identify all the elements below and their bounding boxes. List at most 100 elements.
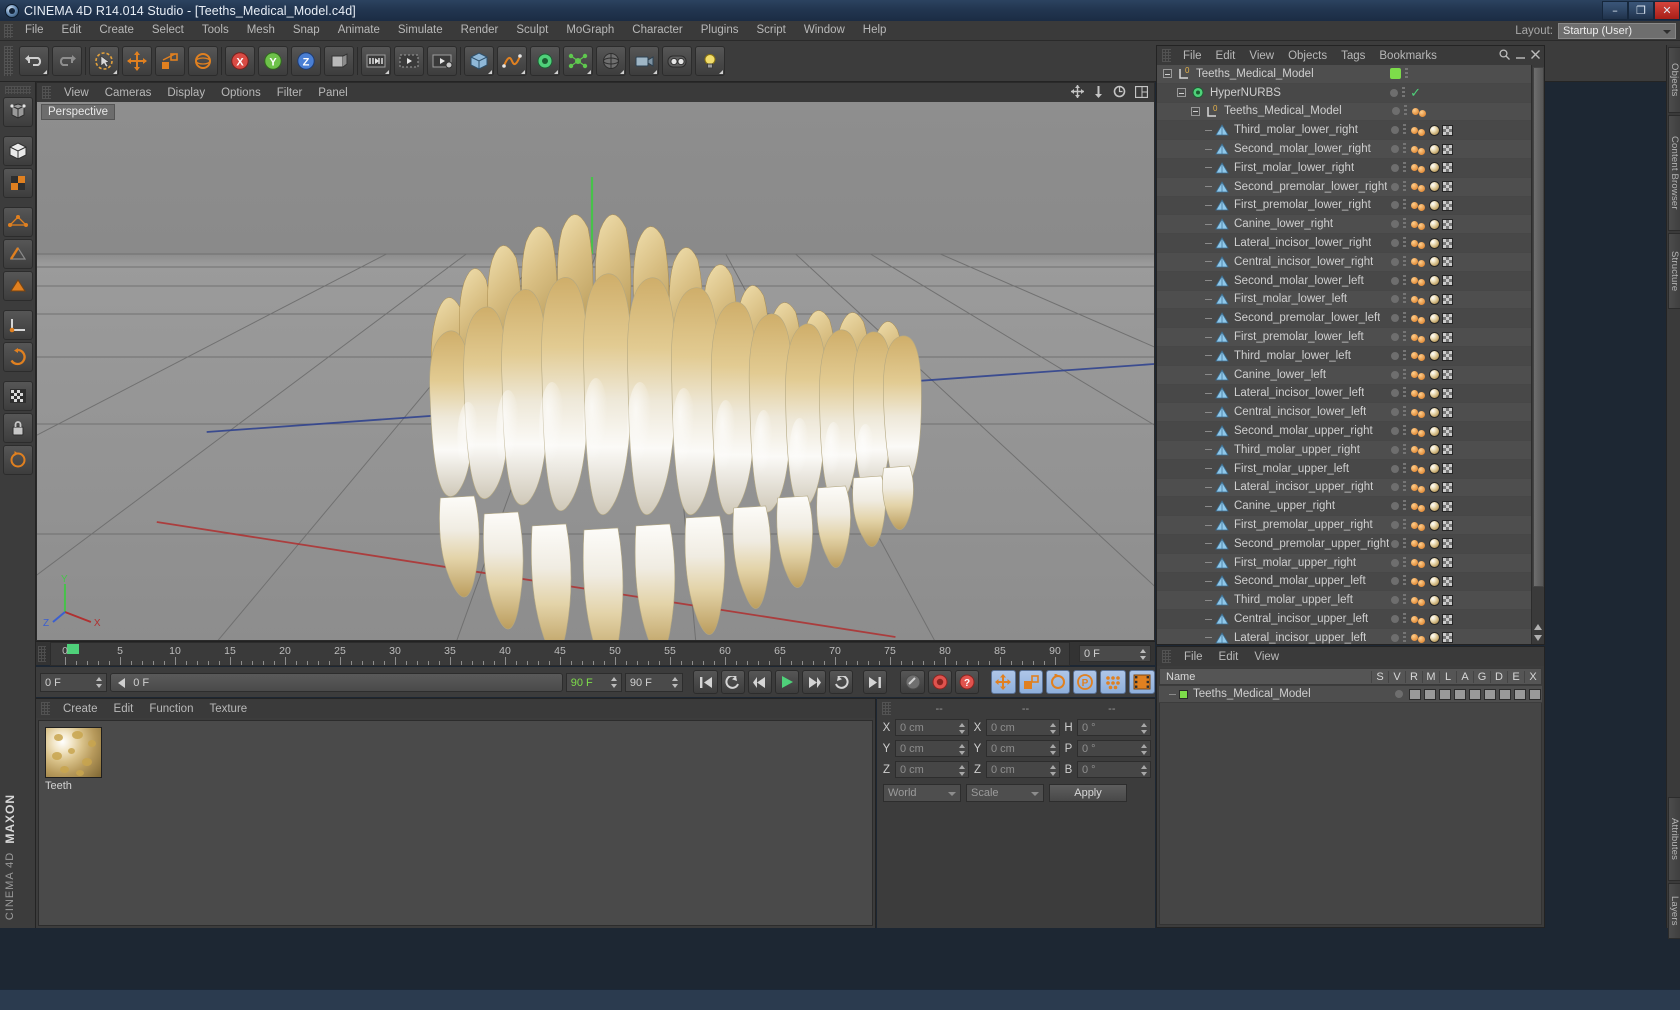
texture-tag-icon[interactable] xyxy=(1442,444,1453,456)
tag-marker-icon[interactable] xyxy=(1418,485,1425,493)
material-tag-icon[interactable] xyxy=(1429,312,1440,324)
menu-item-tools[interactable]: Tools xyxy=(193,21,238,40)
close-button[interactable]: ✕ xyxy=(1654,1,1680,20)
viewport-menu-display[interactable]: Display xyxy=(159,84,213,102)
viewport-3d-scene[interactable]: Y X Z xyxy=(37,102,1154,641)
size-x-input[interactable]: 0 cm xyxy=(986,719,1060,736)
texture-tag-icon[interactable] xyxy=(1442,293,1453,305)
object-tree-row[interactable]: Second_premolar_lower_right xyxy=(1157,177,1531,197)
viewport-menu-panel[interactable]: Panel xyxy=(310,84,355,102)
tag-marker-icon[interactable] xyxy=(1411,258,1418,266)
add-light-button[interactable] xyxy=(695,46,725,76)
tag-marker-icon[interactable] xyxy=(1411,145,1418,153)
preview-end-stepper[interactable] xyxy=(610,676,618,688)
tag-marker-icon[interactable] xyxy=(1411,333,1418,341)
redo-button[interactable] xyxy=(52,46,82,76)
close-icon[interactable] xyxy=(1531,50,1540,59)
add-nurbs-button[interactable] xyxy=(530,46,560,76)
object-tree-row[interactable]: HyperNURBS ✓ xyxy=(1157,83,1531,103)
object-visibility-dot[interactable] xyxy=(1391,220,1399,229)
polygon-object-icon[interactable] xyxy=(1214,387,1229,400)
layer-solo-toggle[interactable] xyxy=(1395,690,1403,698)
render-settings-button[interactable] xyxy=(427,46,457,76)
live-selection-button[interactable] xyxy=(89,46,119,76)
material-tag-icon[interactable] xyxy=(1429,538,1440,550)
tag-marker-icon[interactable] xyxy=(1418,448,1425,456)
material-tag-icon[interactable] xyxy=(1429,350,1440,362)
object-visibility-dot[interactable] xyxy=(1391,257,1399,266)
material-menu-create[interactable]: Create xyxy=(55,700,106,718)
deformers-icon[interactable] xyxy=(1498,688,1511,700)
light-dropdown-corner[interactable] xyxy=(719,70,723,74)
object-tree-row[interactable]: Second_premolar_upper_right xyxy=(1157,534,1531,554)
tag-marker-icon[interactable] xyxy=(1412,107,1419,115)
end-frame-stepper[interactable] xyxy=(671,676,679,688)
object-tree-row[interactable]: Central_incisor_upper_left xyxy=(1157,610,1531,629)
tab-attributes[interactable]: Attributes xyxy=(1668,797,1680,881)
object-visibility-dot[interactable] xyxy=(1391,163,1399,172)
material-tag-icon[interactable] xyxy=(1429,143,1440,155)
make-editable-button[interactable] xyxy=(2,97,33,127)
tree-expander-icon[interactable] xyxy=(1177,88,1186,98)
polygon-object-icon[interactable] xyxy=(1214,537,1229,550)
timeline-ruler-bar[interactable]: 0 5 10 15 20 25 30 35 40 45 50 55 60 65 70 75 80 85 90 0 F xyxy=(36,641,1155,666)
perspective-viewport[interactable]: View Cameras Display Options Filter Pane… xyxy=(36,82,1155,641)
object-visibility-dot[interactable] xyxy=(1391,295,1399,304)
menu-item-edit[interactable]: Edit xyxy=(53,21,91,40)
enable-axis-button[interactable] xyxy=(2,381,33,411)
menu-item-mograph[interactable]: MoGraph xyxy=(557,21,623,40)
viewport-menu-options[interactable]: Options xyxy=(213,84,269,102)
material-tag-icon[interactable] xyxy=(1429,199,1440,211)
polygon-object-icon[interactable] xyxy=(1214,124,1229,137)
object-visibility-dot[interactable] xyxy=(1391,276,1399,285)
object-visibility-dot[interactable] xyxy=(1391,483,1399,492)
object-dots-handle[interactable] xyxy=(1403,443,1406,456)
object-visibility-dot[interactable] xyxy=(1391,408,1399,417)
tag-marker-icon[interactable] xyxy=(1418,166,1425,174)
material-tag-icon[interactable] xyxy=(1429,632,1440,644)
tag-marker-icon[interactable] xyxy=(1418,467,1425,475)
step-back-button[interactable] xyxy=(747,670,772,694)
null-object-icon[interactable]: 0 xyxy=(1204,105,1219,118)
tab-objects[interactable]: Objects xyxy=(1668,47,1680,113)
object-visibility-dot[interactable] xyxy=(1391,464,1399,473)
tab-structure[interactable]: Structure xyxy=(1668,233,1680,309)
material-menu-function[interactable]: Function xyxy=(141,700,201,718)
object-menu-objects[interactable]: Objects xyxy=(1281,47,1334,65)
polygon-object-icon[interactable] xyxy=(1214,274,1229,287)
object-tree-row[interactable]: Third_molar_lower_right xyxy=(1157,121,1531,141)
object-visibility-dot[interactable] xyxy=(1390,88,1399,97)
material-tag-icon[interactable] xyxy=(1429,425,1440,437)
texture-tag-icon[interactable] xyxy=(1442,256,1453,268)
tag-marker-icon[interactable] xyxy=(1411,634,1418,642)
texture-tag-icon[interactable] xyxy=(1442,425,1453,437)
object-dots-handle[interactable] xyxy=(1403,331,1406,344)
teeth-material-sphere-icon[interactable] xyxy=(45,727,102,778)
viewport-menu-view[interactable]: View xyxy=(56,84,97,102)
object-dots-handle[interactable] xyxy=(1405,67,1408,80)
polygon-object-icon[interactable] xyxy=(1214,368,1229,381)
previous-key-button[interactable] xyxy=(720,670,745,694)
tag-marker-icon[interactable] xyxy=(1411,521,1418,529)
record-button[interactable] xyxy=(927,670,952,694)
timeline-playhead[interactable] xyxy=(67,644,79,654)
undo-button[interactable] xyxy=(19,46,49,76)
pos-z-input[interactable]: 0 cm xyxy=(895,761,969,778)
move-view-icon[interactable] xyxy=(1071,85,1084,98)
attribute-menu-view[interactable]: View xyxy=(1246,648,1287,666)
tag-marker-icon[interactable] xyxy=(1418,241,1425,249)
polygon-object-icon[interactable] xyxy=(1214,143,1229,156)
attribute-menu-edit[interactable]: Edit xyxy=(1211,648,1247,666)
object-tree-row[interactable]: Third_molar_upper_left xyxy=(1157,591,1531,611)
attribute-menu-grip[interactable] xyxy=(1162,650,1171,663)
material-menu-grip[interactable] xyxy=(41,702,50,715)
object-visibility-dot[interactable] xyxy=(1392,107,1400,116)
object-visibility-dot[interactable] xyxy=(1391,201,1399,210)
object-tree-row[interactable]: Second_molar_lower_right xyxy=(1157,140,1531,159)
scene-dropdown-corner[interactable] xyxy=(620,70,624,74)
object-tree-row[interactable]: Second_molar_upper_left xyxy=(1157,572,1531,592)
position-key-button[interactable] xyxy=(991,670,1016,694)
timeline-frame-field[interactable]: 0 F xyxy=(1079,645,1151,662)
minimize-icon[interactable] xyxy=(1516,50,1525,59)
tag-marker-icon[interactable] xyxy=(1411,164,1418,172)
